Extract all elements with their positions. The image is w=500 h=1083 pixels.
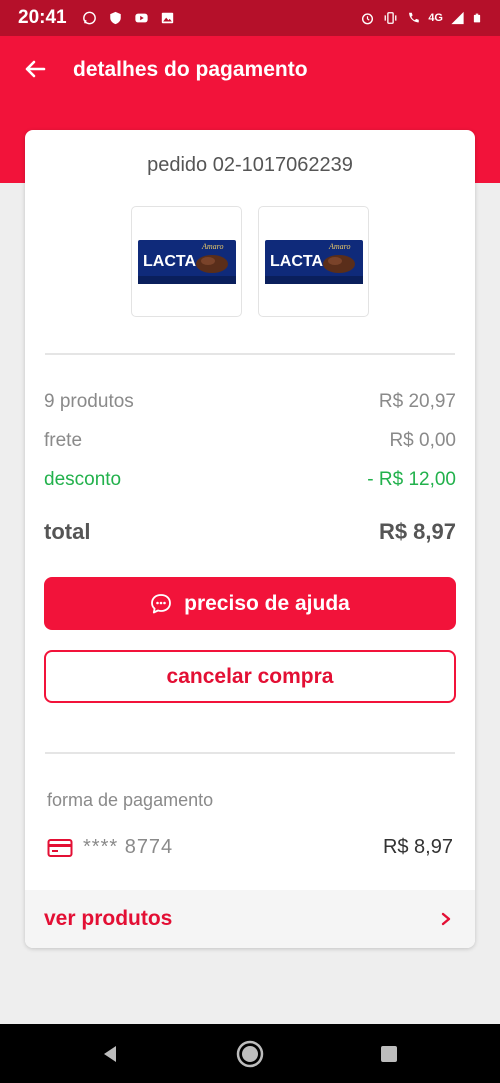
network-label: 4G [428,12,443,24]
see-products-label: ver produtos [44,907,173,930]
product-brand: LACTA [270,253,323,270]
battery-icon [473,13,481,23]
nav-back-icon [104,1046,116,1062]
chat-icon [151,593,172,613]
nav-recents-icon [381,1046,397,1062]
signal-icon [451,11,464,25]
total-label: total [44,519,91,544]
credit-card-icon [47,838,73,857]
payment-details-card: pedido 02-1017062239 LACTA Amaro LACTA A… [25,130,475,948]
discount-label: desconto [44,469,122,490]
summary-discount-row: desconto - R$ 12,00 [44,469,456,491]
divider [45,353,455,355]
call-4g-icon [409,12,420,23]
arrow-left-icon [25,60,46,78]
cancel-button-label: cancelar compra [166,664,334,688]
shipping-value: R$ 0,00 [389,430,456,451]
back-button[interactable] [22,56,48,82]
status-bar: 20:41 4G [0,0,500,36]
product-thumbnail[interactable]: LACTA Amaro [258,206,369,317]
discount-value: - R$ 12,00 [367,469,456,490]
summary-shipping-row: frete R$ 0,00 [44,430,456,452]
shipping-label: frete [44,430,83,451]
notification-icons [81,11,176,25]
product-thumbnail[interactable]: LACTA Amaro [131,206,242,317]
chocolate-bar-image: LACTA Amaro [264,239,363,284]
payment-method-row: **** 8774 R$ 8,97 [47,836,453,859]
help-button-label: preciso de ajuda [184,591,350,615]
image-icon [161,12,173,24]
vibrate-icon [384,12,397,24]
total-value: R$ 8,97 [378,519,456,544]
chevron-right-icon [441,912,451,926]
youtube-icon [134,13,148,23]
product-flavor: Amaro [201,242,223,251]
order-id: pedido 02-1017062239 [147,154,353,176]
system-icons: 4G [359,11,482,25]
nav-home-icon [236,1040,264,1068]
alarm-icon [362,13,374,25]
card-number-masked: **** 8774 [83,836,174,858]
products-count-label: 9 produtos [44,391,134,412]
status-time: 20:41 [18,7,67,28]
nav-recents-button[interactable] [374,1039,404,1069]
summary-products-row: 9 produtos R$ 20,97 [44,391,456,413]
product-brand: LACTA [143,253,196,270]
cancel-purchase-button[interactable]: cancelar compra [44,650,456,703]
page-title: detalhes do pagamento [73,58,308,81]
divider [45,752,455,754]
nav-back-button[interactable] [95,1039,125,1069]
products-value: R$ 20,97 [378,391,456,412]
whatsapp-icon [82,11,96,25]
see-products-link[interactable]: ver produtos [25,890,475,948]
payment-method-label: forma de pagamento [47,790,214,810]
nav-home-button[interactable] [235,1039,265,1069]
system-nav-bar [0,1024,500,1083]
help-button[interactable]: preciso de ajuda [44,577,456,630]
shield-icon [109,11,121,25]
summary-total-row: total R$ 8,97 [44,519,456,545]
chocolate-bar-image: LACTA Amaro [137,239,236,284]
product-flavor: Amaro [328,242,350,251]
payment-amount: R$ 8,97 [382,836,453,858]
